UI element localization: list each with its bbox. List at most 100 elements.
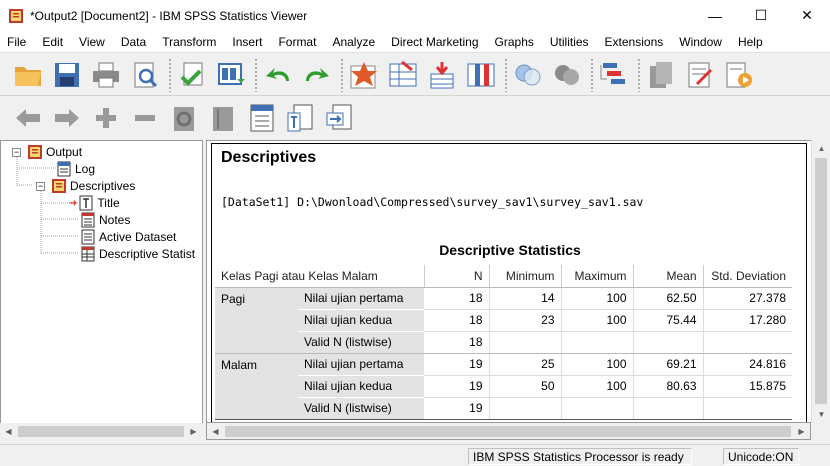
- menu-edit[interactable]: Edit: [37, 35, 68, 49]
- tree-node-title[interactable]: ➜ Title: [69, 195, 120, 211]
- print-preview-icon[interactable]: [129, 59, 161, 91]
- goto-data-icon[interactable]: [348, 59, 380, 91]
- open-folder-icon[interactable]: [12, 59, 44, 91]
- descriptives-book-icon: [52, 179, 66, 193]
- maximize-button[interactable]: ☐: [738, 0, 784, 31]
- scroll-right-icon[interactable]: ▶: [793, 423, 810, 440]
- save-icon[interactable]: [51, 59, 83, 91]
- scroll-up-icon[interactable]: ▲: [813, 140, 830, 157]
- expand-plus-icon[interactable]: [90, 102, 122, 134]
- dataset-path[interactable]: [DataSet1] D:\Dwonload\Compressed\survey…: [221, 195, 643, 209]
- demote-arrow-right-icon[interactable]: [51, 102, 83, 134]
- menu-view[interactable]: View: [74, 35, 110, 49]
- menu-insert[interactable]: Insert: [227, 35, 267, 49]
- outline-horizontal-scrollbar[interactable]: ◀ ▶: [0, 423, 203, 440]
- content-scroll-thumb[interactable]: [225, 426, 791, 437]
- menu-transform[interactable]: Transform: [157, 35, 221, 49]
- output-block: Descriptives [DataSet1] D:\Dwonload\Comp…: [211, 143, 807, 422]
- cell-n: 19: [424, 353, 489, 376]
- cell-n: 19: [424, 375, 489, 398]
- tree-node-descriptive-statistics[interactable]: Descriptive Statist: [80, 246, 195, 262]
- output-book-icon: [28, 145, 42, 159]
- collapse-minus-icon[interactable]: [129, 102, 161, 134]
- content-horizontal-scrollbar[interactable]: ◀ ▶: [206, 423, 811, 440]
- menu-analyze[interactable]: Analyze: [327, 35, 380, 49]
- export-icon[interactable]: [176, 59, 208, 91]
- scroll-down-icon[interactable]: ▼: [813, 406, 830, 423]
- title-bar: *Output2 [Document2] - IBM SPSS Statisti…: [0, 0, 830, 31]
- designate-window-icon[interactable]: [645, 59, 677, 91]
- minimize-button[interactable]: —: [692, 0, 738, 31]
- insert-cases-icon[interactable]: [426, 59, 458, 91]
- scroll-left-icon[interactable]: ◀: [207, 423, 224, 440]
- tree-label-title: Title: [97, 196, 120, 210]
- promote-arrow-left-icon[interactable]: [12, 102, 44, 134]
- menu-utilities[interactable]: Utilities: [545, 35, 594, 49]
- print-icon[interactable]: [90, 59, 122, 91]
- tree-node-descriptives[interactable]: − Descriptives: [36, 178, 135, 194]
- cell-min: [488, 397, 561, 420]
- row-label: Valid N (listwise): [298, 331, 424, 354]
- tree-node-log[interactable]: Log: [56, 161, 95, 177]
- insert-title-icon[interactable]: [285, 102, 317, 134]
- vertical-scroll-thumb[interactable]: [815, 158, 827, 404]
- undo-icon[interactable]: [262, 59, 294, 91]
- tree-node-output[interactable]: − Output: [12, 144, 82, 160]
- output-heading[interactable]: Descriptives: [221, 149, 316, 167]
- header-mean: Mean: [632, 265, 703, 288]
- row-label: Nilai ujian pertama: [298, 353, 424, 376]
- collapse-toggle[interactable]: −: [36, 181, 45, 191]
- cell-sd: [702, 397, 792, 420]
- menu-file[interactable]: File: [2, 35, 31, 49]
- header-group: Kelas Pagi atau Kelas Malam: [215, 265, 424, 288]
- show-icon[interactable]: [168, 102, 200, 134]
- redo-icon[interactable]: [301, 59, 333, 91]
- goto-case-icon[interactable]: [387, 59, 419, 91]
- cell-n: 18: [424, 287, 489, 310]
- header-minimum: Minimum: [488, 265, 561, 288]
- header-n: N: [423, 265, 489, 288]
- table-row: Valid N (listwise) 19: [215, 397, 792, 420]
- hide-icon[interactable]: [207, 102, 239, 134]
- cell-mean: 75.44: [632, 309, 703, 332]
- select-cases-icon[interactable]: [512, 59, 544, 91]
- header-maximum: Maximum: [560, 265, 633, 288]
- insert-text-icon[interactable]: [324, 102, 356, 134]
- descriptive-statistics-table[interactable]: Kelas Pagi atau Kelas Malam N Minimum Ma…: [215, 265, 792, 420]
- cell-mean: 62.50: [632, 287, 703, 310]
- cell-mean: [632, 397, 703, 420]
- value-labels-icon[interactable]: [551, 59, 583, 91]
- tree-node-notes[interactable]: Notes: [80, 212, 130, 228]
- menu-extensions[interactable]: Extensions: [600, 35, 669, 49]
- outline-scroll-thumb[interactable]: [18, 426, 184, 437]
- run-script-icon[interactable]: [723, 59, 755, 91]
- variables-icon[interactable]: [465, 59, 497, 91]
- vertical-scrollbar[interactable]: ▲ ▼: [811, 140, 830, 423]
- show-all-variables-icon[interactable]: [684, 59, 716, 91]
- selected-arrow-icon: ➜: [69, 197, 78, 209]
- collapse-toggle[interactable]: −: [12, 147, 21, 157]
- cell-max: 100: [560, 309, 633, 332]
- menu-window[interactable]: Window: [674, 35, 727, 49]
- use-sets-icon[interactable]: [598, 59, 630, 91]
- tree-node-active-dataset[interactable]: Active Dataset: [80, 229, 176, 245]
- cell-min: 23: [488, 309, 561, 332]
- scroll-left-icon[interactable]: ◀: [0, 423, 17, 440]
- scroll-right-icon[interactable]: ▶: [185, 423, 202, 440]
- cell-max: [560, 331, 633, 354]
- table-header-row: Kelas Pagi atau Kelas Malam N Minimum Ma…: [215, 265, 792, 288]
- menu-direct-marketing[interactable]: Direct Marketing: [386, 35, 483, 49]
- cell-mean: 80.63: [632, 375, 703, 398]
- table-row: Malam Nilai ujian pertama 19 25 100 69.2…: [215, 353, 792, 420]
- insert-heading-icon[interactable]: [246, 102, 278, 134]
- table-title: Descriptive Statistics: [439, 242, 581, 258]
- menu-help[interactable]: Help: [733, 35, 768, 49]
- row-label: Valid N (listwise): [298, 397, 424, 420]
- menu-data[interactable]: Data: [116, 35, 151, 49]
- cell-min: 14: [488, 287, 561, 310]
- window-title: *Output2 [Document2] - IBM SPSS Statisti…: [30, 8, 308, 23]
- close-button[interactable]: ✕: [784, 0, 830, 31]
- menu-format[interactable]: Format: [273, 35, 321, 49]
- menu-graphs[interactable]: Graphs: [490, 35, 539, 49]
- recall-dialog-icon[interactable]: [215, 59, 247, 91]
